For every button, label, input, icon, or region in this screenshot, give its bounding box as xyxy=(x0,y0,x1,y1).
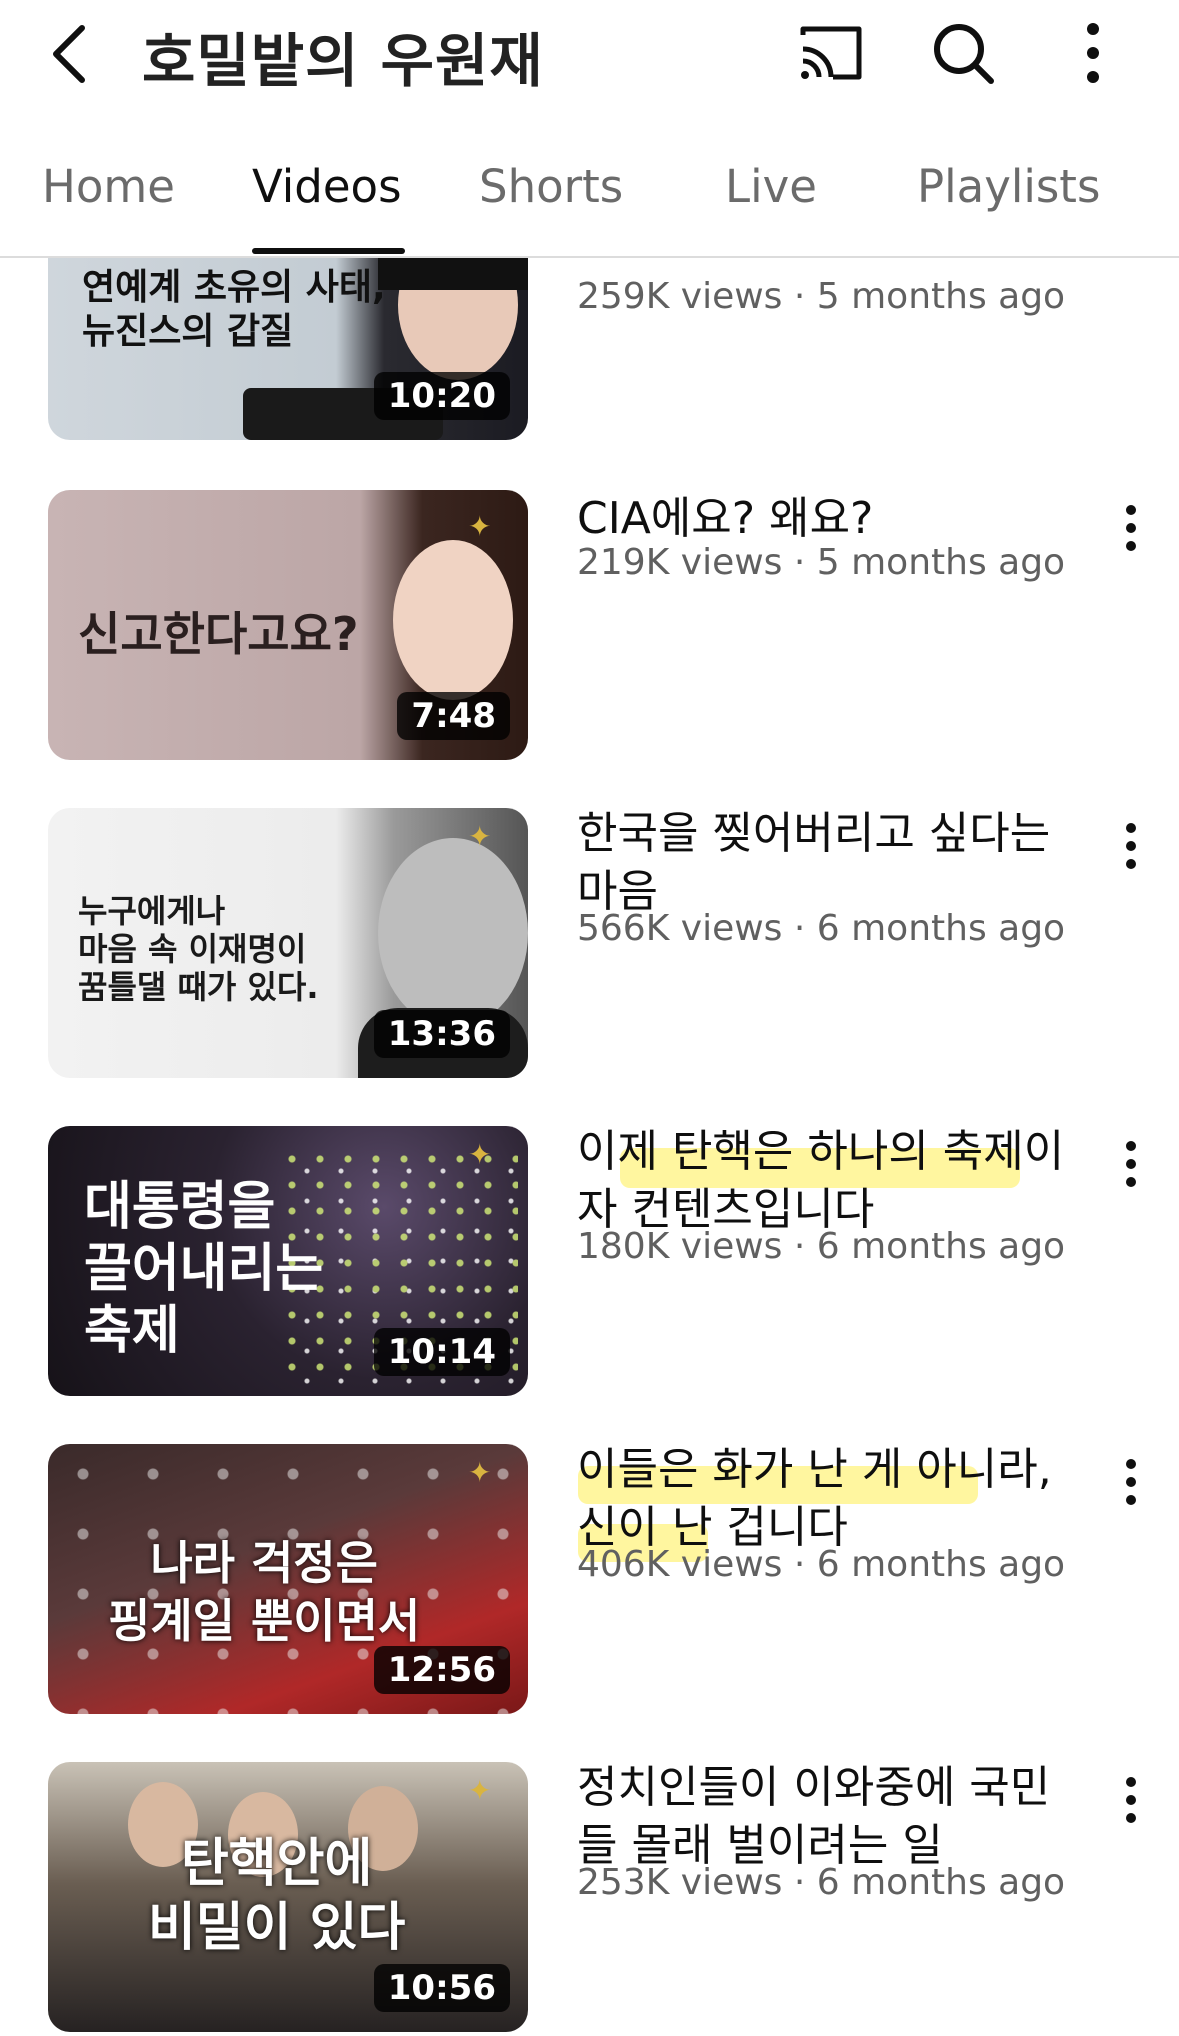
video-meta: 219K views · 5 months ago xyxy=(577,542,1066,583)
video-meta: 253K views · 6 months ago xyxy=(577,1862,1066,1903)
video-meta: 406K views · 6 months ago xyxy=(577,1544,1066,1585)
thumbnail-text: 누구에게나 마음 속 이재명이 꿈틀댈 때가 있다. xyxy=(78,892,319,1006)
thumbnail-person xyxy=(378,838,528,1028)
video-title[interactable]: 정치인들이 이와중에 국민 들 몰래 벌이려는 일 xyxy=(577,1759,1077,1875)
channel-logo-icon: ✦ xyxy=(468,510,492,543)
video-title[interactable]: 한국을 찢어버리고 싶다는 마음 xyxy=(577,805,1077,921)
channel-tabs: Home Videos Shorts Live Playlists xyxy=(0,140,1179,258)
video-thumbnail[interactable]: 연예계 초유의 사태, 뉴진스의 갑질 10:20 xyxy=(48,258,528,440)
cast-icon[interactable] xyxy=(793,15,869,91)
channel-title: 호밀밭의 우원재 xyxy=(142,27,544,95)
video-item[interactable]: ✦ 신고한다고요? 7:48 CIA에요? 왜요? 219K views · 5… xyxy=(0,490,1179,760)
duration-badge: 10:56 xyxy=(373,1964,510,2012)
video-meta: 180K views · 6 months ago xyxy=(577,1226,1066,1267)
top-app-bar: 호밀밭의 우원재 xyxy=(0,0,1179,100)
thumbnail-text: 신고한다고요? xyxy=(78,607,359,661)
tab-home[interactable]: Home xyxy=(42,160,175,213)
back-arrow-icon[interactable] xyxy=(40,10,110,90)
video-item[interactable]: ✦ 누구에게나 마음 속 이재명이 꿈틀댈 때가 있다. 13:36 한국을 찢… xyxy=(0,808,1179,1078)
video-item[interactable]: ✦ 대통령을 끌어내리는 축제 10:14 이제 탄핵은 하나의 축제이 자 컨… xyxy=(0,1126,1179,1396)
thumbnail-hair xyxy=(378,258,528,290)
channel-logo-icon: ✦ xyxy=(468,1774,492,1807)
tab-shorts[interactable]: Shorts xyxy=(479,160,623,213)
video-meta: 566K views · 6 months ago xyxy=(577,908,1066,949)
duration-badge: 10:20 xyxy=(373,372,510,420)
thumbnail-person xyxy=(393,540,513,700)
video-meta: 259K views · 5 months ago xyxy=(577,276,1066,317)
video-list: 연예계 초유의 사태, 뉴진스의 갑질 10:20 259K views · 5… xyxy=(0,258,1179,2036)
active-tab-indicator xyxy=(252,248,405,254)
thumbnail-text: 나라 걱정은 핑계일 뿐이면서 xyxy=(108,1536,421,1648)
video-title[interactable]: CIA에요? 왜요? xyxy=(577,490,1077,548)
tab-videos[interactable]: Videos xyxy=(252,160,402,213)
more-vertical-icon[interactable] xyxy=(1115,1136,1147,1196)
thumbnail-text: 대통령을 끌어내리는 축제 xyxy=(84,1177,324,1361)
channel-logo-icon: ✦ xyxy=(468,1456,492,1489)
thumbnail-text: 탄핵안에 비밀이 있다 xyxy=(148,1834,406,1958)
more-vertical-icon[interactable] xyxy=(1115,1454,1147,1514)
tab-live[interactable]: Live xyxy=(725,160,817,213)
channel-logo-icon: ✦ xyxy=(468,820,492,853)
video-thumbnail[interactable]: ✦ 신고한다고요? 7:48 xyxy=(48,490,528,760)
duration-badge: 12:56 xyxy=(373,1646,510,1694)
more-vertical-icon[interactable] xyxy=(1115,500,1147,560)
video-thumbnail[interactable]: ✦ 누구에게나 마음 속 이재명이 꿈틀댈 때가 있다. 13:36 xyxy=(48,808,528,1078)
video-item[interactable]: 연예계 초유의 사태, 뉴진스의 갑질 10:20 259K views · 5… xyxy=(0,258,1179,440)
more-vertical-icon[interactable] xyxy=(1115,818,1147,878)
video-item[interactable]: ✦ 나라 걱정은 핑계일 뿐이면서 12:56 이들은 화가 난 게 아니라, … xyxy=(0,1444,1179,1714)
video-title[interactable]: 이들은 화가 난 게 아니라, 신이 난 겁니다 xyxy=(577,1441,1077,1557)
video-thumbnail[interactable]: ✦ 대통령을 끌어내리는 축제 10:14 xyxy=(48,1126,528,1396)
tab-playlists[interactable]: Playlists xyxy=(917,160,1100,213)
video-thumbnail[interactable]: ✦ 탄핵안에 비밀이 있다 10:56 xyxy=(48,1762,528,2032)
duration-badge: 13:36 xyxy=(373,1010,510,1058)
duration-badge: 7:48 xyxy=(397,692,510,740)
duration-badge: 10:14 xyxy=(373,1328,510,1376)
more-vertical-icon[interactable] xyxy=(1055,15,1131,91)
thumbnail-text: 연예계 초유의 사태, 뉴진스의 갑질 xyxy=(82,267,386,352)
more-vertical-icon[interactable] xyxy=(1115,1772,1147,1832)
search-icon[interactable] xyxy=(925,15,1001,91)
video-title[interactable] xyxy=(577,258,1077,268)
video-title[interactable]: 이제 탄핵은 하나의 축제이 자 컨텐츠입니다 xyxy=(577,1123,1077,1239)
video-item[interactable]: ✦ 탄핵안에 비밀이 있다 10:56 정치인들이 이와중에 국민 들 몰래 벌… xyxy=(0,1762,1179,2032)
channel-logo-icon: ✦ xyxy=(468,1138,492,1171)
video-thumbnail[interactable]: ✦ 나라 걱정은 핑계일 뿐이면서 12:56 xyxy=(48,1444,528,1714)
